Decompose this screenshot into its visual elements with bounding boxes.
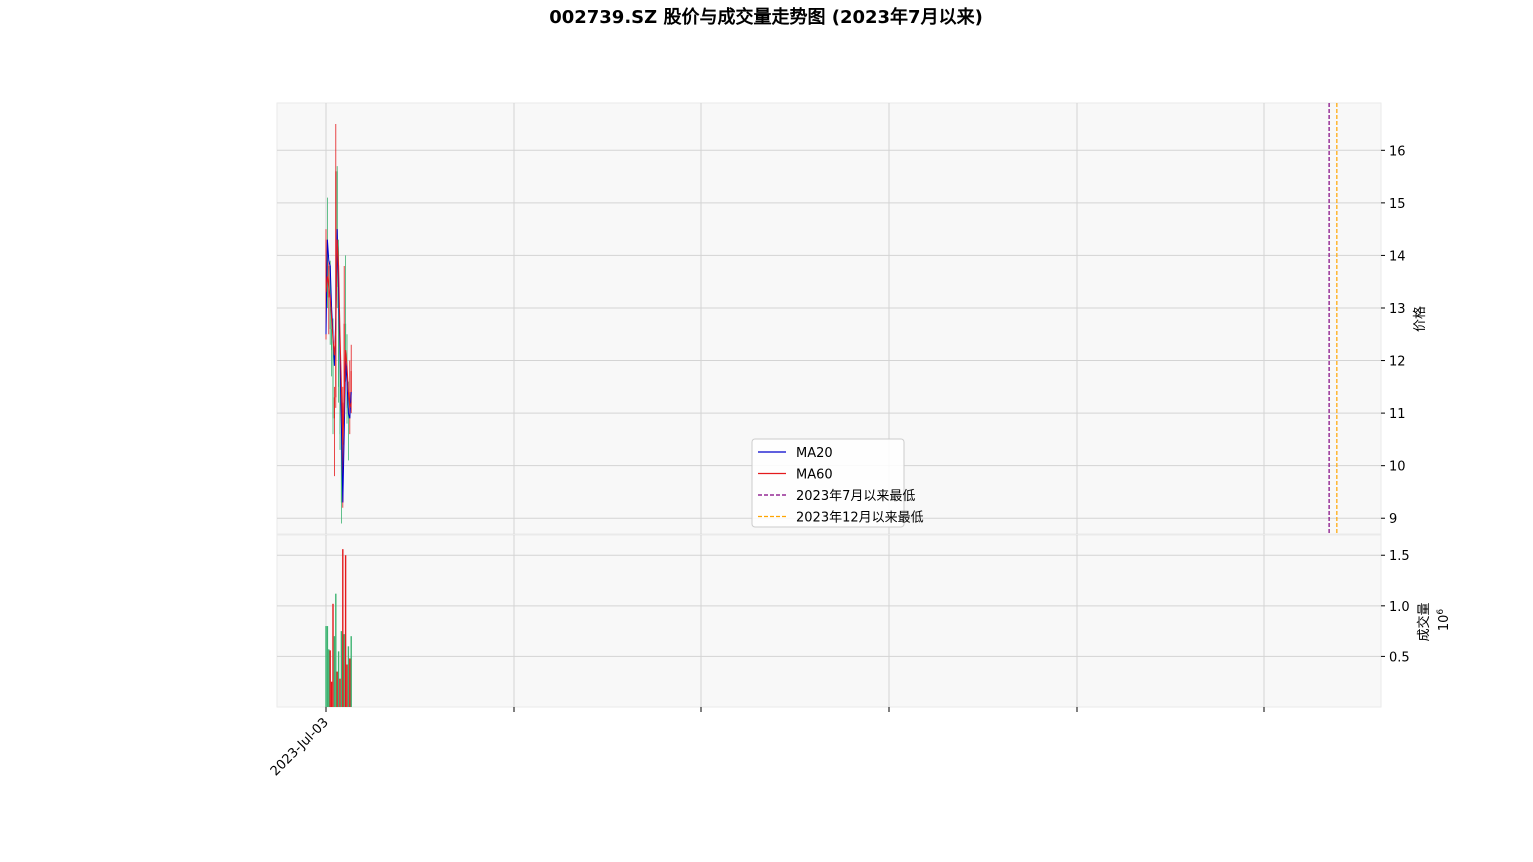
legend-label: MA60 xyxy=(796,468,833,483)
volume-y-tick-label: 1.0 xyxy=(1389,600,1410,615)
volume-multiplier-base: 10 xyxy=(1437,615,1452,632)
candle-body xyxy=(332,350,334,419)
x-axis: 2023-Jul-03 xyxy=(268,707,1265,779)
volume-multiplier-exponent: 6 xyxy=(1436,609,1446,615)
legend-label: 2023年12月以来最低 xyxy=(796,511,924,526)
price-y-tick-label: 10 xyxy=(1389,460,1406,475)
price-y-ticks: 9 10 11 12 13 14 15 16 xyxy=(1381,144,1406,527)
volume-y-tick-label: 1.5 xyxy=(1389,549,1410,564)
candle-body xyxy=(333,397,335,419)
price-y-tick-label: 16 xyxy=(1389,144,1406,159)
volume-y-axis-label: 成交量 xyxy=(1416,602,1432,641)
volume-bar xyxy=(326,626,329,707)
price-y-axis-label: 价格 xyxy=(1412,306,1428,332)
legend-label: MA20 xyxy=(796,446,833,461)
x-tick-label: 2023-Jul-03 xyxy=(268,715,332,779)
volume-bar xyxy=(349,658,351,707)
legend-label: 2023年7月以来最低 xyxy=(796,489,915,504)
candle xyxy=(333,386,335,477)
price-y-tick-label: 13 xyxy=(1389,302,1406,317)
price-y-tick-label: 14 xyxy=(1389,249,1406,264)
volume-bar xyxy=(329,650,331,707)
figure: 002739.SZ 股价与成交量走势图 (2023年7月以来) 9 10 11 12 1… xyxy=(268,6,1452,779)
candle-body xyxy=(331,329,333,351)
chart-title: 002739.SZ 股价与成交量走势图 (2023年7月以来) xyxy=(549,6,983,28)
volume-plot-area xyxy=(276,534,1382,708)
volume-bar xyxy=(328,649,330,707)
volume-bar xyxy=(350,636,352,707)
price-y-tick-label: 9 xyxy=(1389,512,1397,527)
volume-bar xyxy=(335,593,337,707)
volume-bar xyxy=(347,646,350,707)
price-y-tick-label: 11 xyxy=(1389,407,1406,422)
volume-bar xyxy=(332,603,334,707)
volume-y-multiplier: 106 xyxy=(1436,609,1452,632)
legend: MA20 MA60 2023年7月以来最低 2023年12月以来最低 xyxy=(751,438,924,528)
volume-bar xyxy=(330,681,333,707)
candle xyxy=(328,260,330,335)
volume-bar xyxy=(346,664,348,707)
volume-bar xyxy=(337,651,340,707)
volume-bar xyxy=(344,555,347,707)
volume-bar xyxy=(340,631,343,707)
price-y-tick-label: 15 xyxy=(1389,197,1406,212)
volume-bar xyxy=(339,678,341,707)
candle xyxy=(349,360,351,435)
volume-bar xyxy=(325,626,327,707)
volume-bar xyxy=(342,549,344,707)
volume-y-tick-label: 0.5 xyxy=(1389,650,1410,665)
candle-body xyxy=(350,371,352,393)
volume-bar xyxy=(333,636,336,707)
volume-bar xyxy=(336,671,338,707)
volume-bar xyxy=(343,634,345,707)
volume-y-ticks: 0.5 1.0 1.5 xyxy=(1381,549,1410,665)
price-y-tick-label: 12 xyxy=(1389,355,1406,370)
volume-panel: 0.5 1.0 1.5 成交量 106 xyxy=(276,534,1452,708)
